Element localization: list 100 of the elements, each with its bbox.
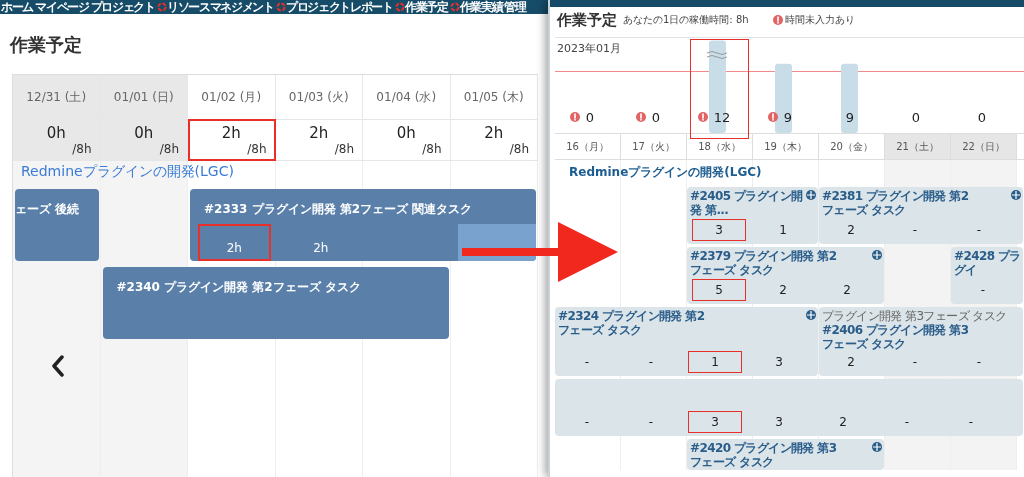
task-title: #2405 プラグイン開発 第... <box>690 190 804 218</box>
hours-cell-text: - <box>967 414 975 432</box>
task-bar[interactable]: ェーズ 後続 <box>15 189 99 261</box>
capacity-value: /8h <box>246 142 267 156</box>
hours-cell-text: - <box>911 354 919 372</box>
hours-cell-text: - <box>583 414 591 432</box>
task-card[interactable]: #2324 プラグイン開発 第2フェーズ タスク - - 1 3 <box>555 307 818 377</box>
capacity-value: /8h <box>158 142 179 156</box>
hours-value: 2h <box>308 124 330 142</box>
date-header: 22（日） <box>951 134 1017 159</box>
task-title: #2324 プラグイン開発 第2フェーズ タスク <box>558 310 706 338</box>
date-header: 01/01 (日) <box>100 75 188 119</box>
task-title: #2428 プラグイ <box>954 250 1021 278</box>
date-header: 18（水） <box>687 134 753 159</box>
chevron-left-icon[interactable] <box>51 355 65 377</box>
task-title: #2333 プラグイン開発 第2フェーズ 関連タスク <box>203 201 474 218</box>
task-card[interactable]: プラグイン開発 第3フェーズ タスク #2406 プラグイン開発 第3フェーズ タスク 2 - - <box>819 307 1023 377</box>
project-link[interactable]: Redmineプラグインの開発(LGC) <box>21 163 234 181</box>
work-hours-text: あなたの1日の稼働時間: 8h <box>623 13 749 27</box>
hours-cell-text: - <box>647 414 655 432</box>
hours-cell-text: - <box>903 414 911 432</box>
date-header: 01/02 (月) <box>188 75 276 119</box>
plus-icon[interactable] <box>872 250 882 260</box>
task-title: ェーズ 後続 <box>15 201 81 218</box>
hours-cell-text: 2 <box>838 414 848 432</box>
task-card[interactable]: #2405 プラグイン開発 第... 3 1 <box>687 187 818 244</box>
hours-value: 0h <box>45 124 67 142</box>
hours-value: 0h <box>133 124 155 142</box>
capacity-value: /8h <box>508 142 529 156</box>
date-header: 01/05 (木) <box>450 75 538 119</box>
date-header: 21（土） <box>885 134 951 159</box>
bar <box>841 63 858 133</box>
task-card[interactable]: #2381 プラグイン開発 第2フェーズ タスク 2 - - <box>819 187 1023 244</box>
hours-cell-text: - <box>979 282 987 299</box>
nav-link[interactable]: 作業予定 <box>394 0 448 16</box>
break-icon <box>706 51 728 59</box>
nav-link[interactable]: プロジェクトレポート <box>275 0 393 16</box>
task-title: #2340 プラグイン開発 第2フェーズ タスク <box>115 279 362 296</box>
ring-icon <box>156 2 167 12</box>
data-label: 0 <box>651 110 661 125</box>
nav-link[interactable]: プロジェクト <box>90 0 155 16</box>
capacity-value: /8h <box>71 142 92 156</box>
hours-value: 2h <box>483 124 505 142</box>
task-card[interactable]: #2379 プラグイン開発 第2フェーズ タスク 5 2 2 <box>687 247 884 304</box>
task-title: #2406 プラグイン開発 第3フェーズ タスク <box>822 323 970 352</box>
task-title: #2420 プラグイン開発 第3フェーズ タスク <box>690 442 838 470</box>
task-title: #2381 プラグイン開発 第2フェーズ タスク <box>822 190 970 218</box>
hours-cell-text: 2 <box>778 282 788 299</box>
plus-icon[interactable] <box>806 310 816 320</box>
hours-cell-text: - <box>583 354 591 372</box>
hours-cell-text: - <box>975 354 983 372</box>
month-label: 2023年01月 <box>557 41 621 56</box>
hours-cell-text: - <box>647 354 655 372</box>
ring-icon <box>449 2 460 12</box>
hours-cell-text: 2h <box>312 240 330 257</box>
task-card[interactable]: #2420 プラグイン開発 第3フェーズ タスク <box>687 439 884 470</box>
hours-cell-text: - <box>911 222 919 239</box>
task-subtitle: プラグイン開発 第3フェーズ タスク <box>822 310 1007 323</box>
data-label: 0 <box>585 110 595 125</box>
task-bar[interactable]: #2333 プラグイン開発 第2フェーズ 関連タスク 2h 2h <box>190 189 536 261</box>
task-bar[interactable]: #2340 プラグイン開発 第2フェーズ タスク <box>102 267 449 339</box>
task-card[interactable]: - - 3 3 2 - - <box>555 379 1023 437</box>
data-label: 9 <box>845 110 855 125</box>
ring-icon <box>394 2 405 12</box>
nav-link[interactable]: 作業実績 <box>449 0 503 16</box>
task-title: #2379 プラグイン開発 第2フェーズ タスク <box>690 250 838 278</box>
nav-link[interactable]: リソースマネジメント <box>156 0 274 16</box>
date-header: 01/03 (火) <box>275 75 363 119</box>
hours-cell-text: 3 <box>774 414 784 432</box>
task-card[interactable]: #2428 プラグイ - <box>951 247 1023 304</box>
date-header: 17（火） <box>621 134 687 159</box>
hours-cell: 1 <box>688 351 742 374</box>
plus-icon[interactable] <box>872 442 882 453</box>
hours-cell: 2h <box>198 224 271 261</box>
plus-icon[interactable] <box>1011 190 1021 200</box>
hours-value: 2h <box>220 124 242 142</box>
nav-link[interactable]: ホーム <box>1 0 34 16</box>
date-header: 16（月） <box>555 134 621 159</box>
nav-link[interactable]: 管理 <box>504 0 526 16</box>
page-title: 作業予定 <box>8 33 83 57</box>
hours-cell: 5 <box>692 279 746 301</box>
hours-cell: 3 <box>688 411 742 434</box>
nav-link[interactable]: マイページ <box>35 0 89 16</box>
plus-icon[interactable] <box>806 190 816 200</box>
hours-cell-text: 2 <box>846 354 856 372</box>
page-title: 作業予定 <box>557 10 617 30</box>
hours-cell: 3 <box>692 219 746 241</box>
project-link[interactable]: Redmineプラグインの開発(LGC) <box>569 163 762 181</box>
hours-cell-text: 1 <box>778 222 788 239</box>
data-label: 9 <box>783 110 793 125</box>
alert-icon <box>772 15 783 25</box>
hours-cell-text: 3 <box>774 354 784 372</box>
legend-text: 時間未入力あり <box>784 13 855 27</box>
data-label: 0 <box>911 110 921 125</box>
data-label: 12 <box>713 110 731 125</box>
ring-icon <box>275 2 286 12</box>
bar <box>775 63 792 133</box>
hours-cell-text: - <box>975 222 983 239</box>
capacity-value: /8h <box>333 142 354 156</box>
capacity-value: /8h <box>421 142 442 156</box>
